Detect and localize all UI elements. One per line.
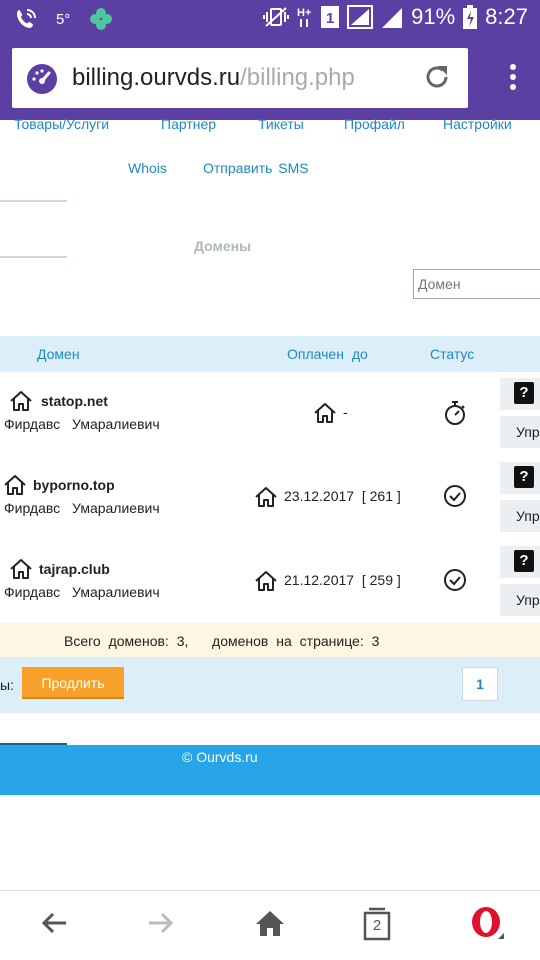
opera-menu-icon[interactable] <box>470 905 506 946</box>
temperature: 5° <box>56 10 71 28</box>
signal-icon-2 <box>381 5 403 29</box>
paid-until: 21.12.2017 [ 259 ] <box>284 572 401 588</box>
home-icon <box>254 486 278 513</box>
divider <box>0 256 67 258</box>
wifi-calling-icon <box>14 7 38 31</box>
main-nav: Товары/Услуги Партнер Тикеты Профайл Нас… <box>0 116 540 140</box>
paid-until: 23.12.2017 [ 261 ] <box>284 488 401 504</box>
signal-icon <box>347 5 374 29</box>
column-header-status: Статус <box>430 346 475 362</box>
column-header-paid-until[interactable]: Оплачен до <box>287 346 368 362</box>
domains-summary: Всего доменов: 3, доменов на странице: 3 <box>0 623 540 657</box>
battery-percent: 91% <box>411 4 456 29</box>
battery-charging-icon <box>463 5 478 29</box>
svg-text:H+: H+ <box>297 7 311 19</box>
section-title: Домены <box>194 238 252 254</box>
question-icon: ? <box>514 550 534 572</box>
browser-bottom-bar: 2 <box>0 890 540 960</box>
domain-name[interactable]: tajrap.club <box>39 561 110 577</box>
svg-text:1: 1 <box>326 10 334 27</box>
domain-name[interactable]: byporno.top <box>33 477 115 493</box>
question-icon: ? <box>514 382 534 404</box>
tabs-count: 2 <box>372 917 382 934</box>
nav-link-settings[interactable]: Настройки <box>443 116 512 132</box>
speed-dial-icon[interactable] <box>26 63 58 100</box>
help-button[interactable]: ? <box>500 462 540 494</box>
home-icon[interactable] <box>255 909 285 942</box>
home-icon <box>254 570 278 597</box>
hplus-signal-icon: H+ <box>297 5 313 29</box>
summary-text: Всего доменов: 3, доменов на странице: 3 <box>64 633 380 649</box>
actions-bar: ы: Продлить 1 <box>0 657 540 713</box>
tabs-icon[interactable]: 2 <box>363 907 391 941</box>
nav-link-partner[interactable]: Партнер <box>161 116 216 132</box>
vibrate-icon <box>263 6 290 28</box>
nav-link-profile[interactable]: Профайл <box>344 116 405 132</box>
back-arrow-icon[interactable] <box>40 909 68 942</box>
help-button[interactable]: ? <box>500 546 540 578</box>
overflow-menu-icon[interactable] <box>510 64 518 94</box>
clock: 8:27 <box>485 4 528 29</box>
check-circle-icon <box>443 484 467 513</box>
pagination-page[interactable]: 1 <box>462 667 498 701</box>
reload-icon[interactable] <box>422 62 452 97</box>
clover-icon <box>88 6 114 32</box>
nav-link-tickets[interactable]: Тикеты <box>258 116 304 132</box>
url-host: billing.ourvds.ru <box>72 64 241 91</box>
table-row: tajrap.club Фирдавс Умаралиевич 21.12.20… <box>0 540 540 624</box>
column-header-domain[interactable]: Домен <box>37 346 80 362</box>
table-row: statop.net Фирдавс Умаралиевич - ? Упр <box>0 372 540 456</box>
nav-link-products[interactable]: Товары/Услуги <box>14 116 109 132</box>
paid-until: - <box>343 404 348 420</box>
renew-button[interactable]: Продлить <box>22 667 124 699</box>
actions-label: ы: <box>0 677 14 693</box>
home-icon <box>9 558 33 585</box>
domain-owner: Фирдавс Умаралиевич <box>4 416 160 432</box>
manage-button[interactable]: Упр <box>500 500 540 532</box>
manage-button[interactable]: Упр <box>500 584 540 616</box>
divider <box>0 200 67 202</box>
home-icon <box>3 474 27 501</box>
forward-arrow-icon[interactable] <box>147 909 175 942</box>
domain-filter-input[interactable] <box>413 269 540 299</box>
question-icon: ? <box>514 466 534 488</box>
address-bar[interactable]: billing.ourvds.ru/billing.php <box>12 48 468 108</box>
url-text[interactable]: billing.ourvds.ru/billing.php <box>72 64 355 92</box>
manage-button[interactable]: Упр <box>500 416 540 448</box>
status-bar: 5° H+ 1 91% 8:27 <box>0 0 540 36</box>
nav-link-send-sms[interactable]: Отправить SMS <box>203 160 309 176</box>
sim-slot-icon: 1 <box>321 6 340 28</box>
table-header: Домен Оплачен до Статус <box>0 336 540 372</box>
help-button[interactable]: ? <box>500 378 540 410</box>
page-footer: © Ourvds.ru <box>0 745 540 795</box>
stopwatch-icon <box>443 400 467 431</box>
domain-name[interactable]: statop.net <box>41 393 108 409</box>
table-row: byporno.top Фирдавс Умаралиевич 23.12.20… <box>0 456 540 540</box>
domain-owner: Фирдавс Умаралиевич <box>4 500 160 516</box>
check-circle-icon <box>443 568 467 597</box>
url-path: /billing.php <box>240 64 355 91</box>
home-icon <box>313 402 337 429</box>
home-icon <box>9 390 33 417</box>
domain-owner: Фирдавс Умаралиевич <box>4 584 160 600</box>
browser-toolbar: billing.ourvds.ru/billing.php <box>0 36 540 120</box>
copyright: © Ourvds.ru <box>182 749 258 765</box>
nav-link-whois[interactable]: Whois <box>128 160 167 176</box>
